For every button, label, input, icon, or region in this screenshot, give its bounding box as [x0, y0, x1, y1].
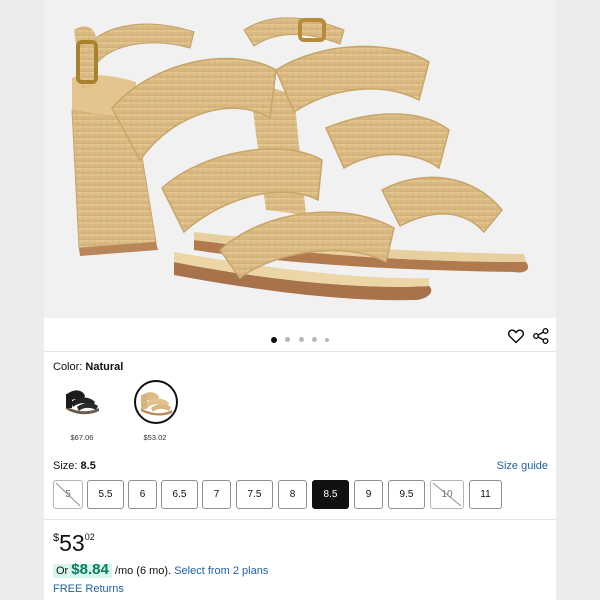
size-option-8-5[interactable]: 8.5	[312, 480, 349, 509]
size-option-5-5[interactable]: 5.5	[87, 480, 124, 509]
color-label: Color: Natural	[53, 361, 123, 373]
carousel-dots[interactable]	[44, 331, 556, 343]
size-label-text: Size:	[53, 460, 78, 472]
black-sandal-swatch[interactable]	[61, 380, 103, 422]
product-image[interactable]	[44, 0, 556, 318]
price-currency: $	[53, 532, 60, 544]
share-icon[interactable]	[531, 326, 551, 346]
divider	[44, 519, 556, 520]
size-option-5[interactable]: 5	[53, 480, 83, 509]
size-option-7-5[interactable]: 7.5	[236, 480, 273, 509]
sandal-illustration	[71, 17, 529, 301]
price-whole: 53	[59, 530, 85, 556]
price: $5302	[53, 530, 95, 556]
size-label: Size: 8.5	[53, 460, 96, 472]
installment-highlight: Or $8.84	[53, 561, 112, 578]
select-plans-link[interactable]: Select from 2 plans	[174, 565, 268, 577]
size-guide-link[interactable]: Size guide	[497, 460, 548, 472]
size-option-11[interactable]: 11	[469, 480, 502, 509]
carousel-dot[interactable]	[325, 337, 330, 342]
selected-size-value: 8.5	[80, 460, 96, 472]
installment-term: /mo (6 mo).	[114, 565, 172, 577]
divider	[44, 351, 556, 352]
installment-offer: Or $8.84 /mo (6 mo). Select from 2 plans	[53, 561, 268, 578]
carousel-dot[interactable]	[285, 337, 291, 343]
size-option-8[interactable]: 8	[278, 480, 307, 509]
heart-icon[interactable]	[506, 326, 526, 346]
carousel-dot[interactable]	[311, 337, 317, 343]
installment-prefix: Or	[56, 565, 69, 577]
color-label-text: Color:	[53, 361, 83, 373]
size-option-6-5[interactable]: 6.5	[161, 480, 198, 509]
free-returns-link[interactable]: FREE Returns	[53, 583, 124, 595]
price-fraction: 02	[84, 532, 95, 542]
natural-sandal-swatch[interactable]	[134, 380, 178, 424]
swatch-price: $53.02	[143, 433, 167, 442]
size-option-9[interactable]: 9	[354, 480, 383, 509]
carousel-dot[interactable]	[298, 337, 304, 343]
installment-amount: $8.84	[71, 561, 109, 578]
size-option-9-5[interactable]: 9.5	[388, 480, 425, 509]
selected-color-name: Natural	[85, 361, 124, 373]
product-card: Color: Natural $67.06 $53.02 Size: 8.5 S…	[44, 0, 556, 600]
size-option-6[interactable]: 6	[128, 480, 157, 509]
swatch-price: $67.06	[70, 433, 94, 442]
size-option-10[interactable]: 10	[430, 480, 464, 509]
size-option-7[interactable]: 7	[202, 480, 231, 509]
carousel-dot[interactable]	[270, 336, 277, 343]
